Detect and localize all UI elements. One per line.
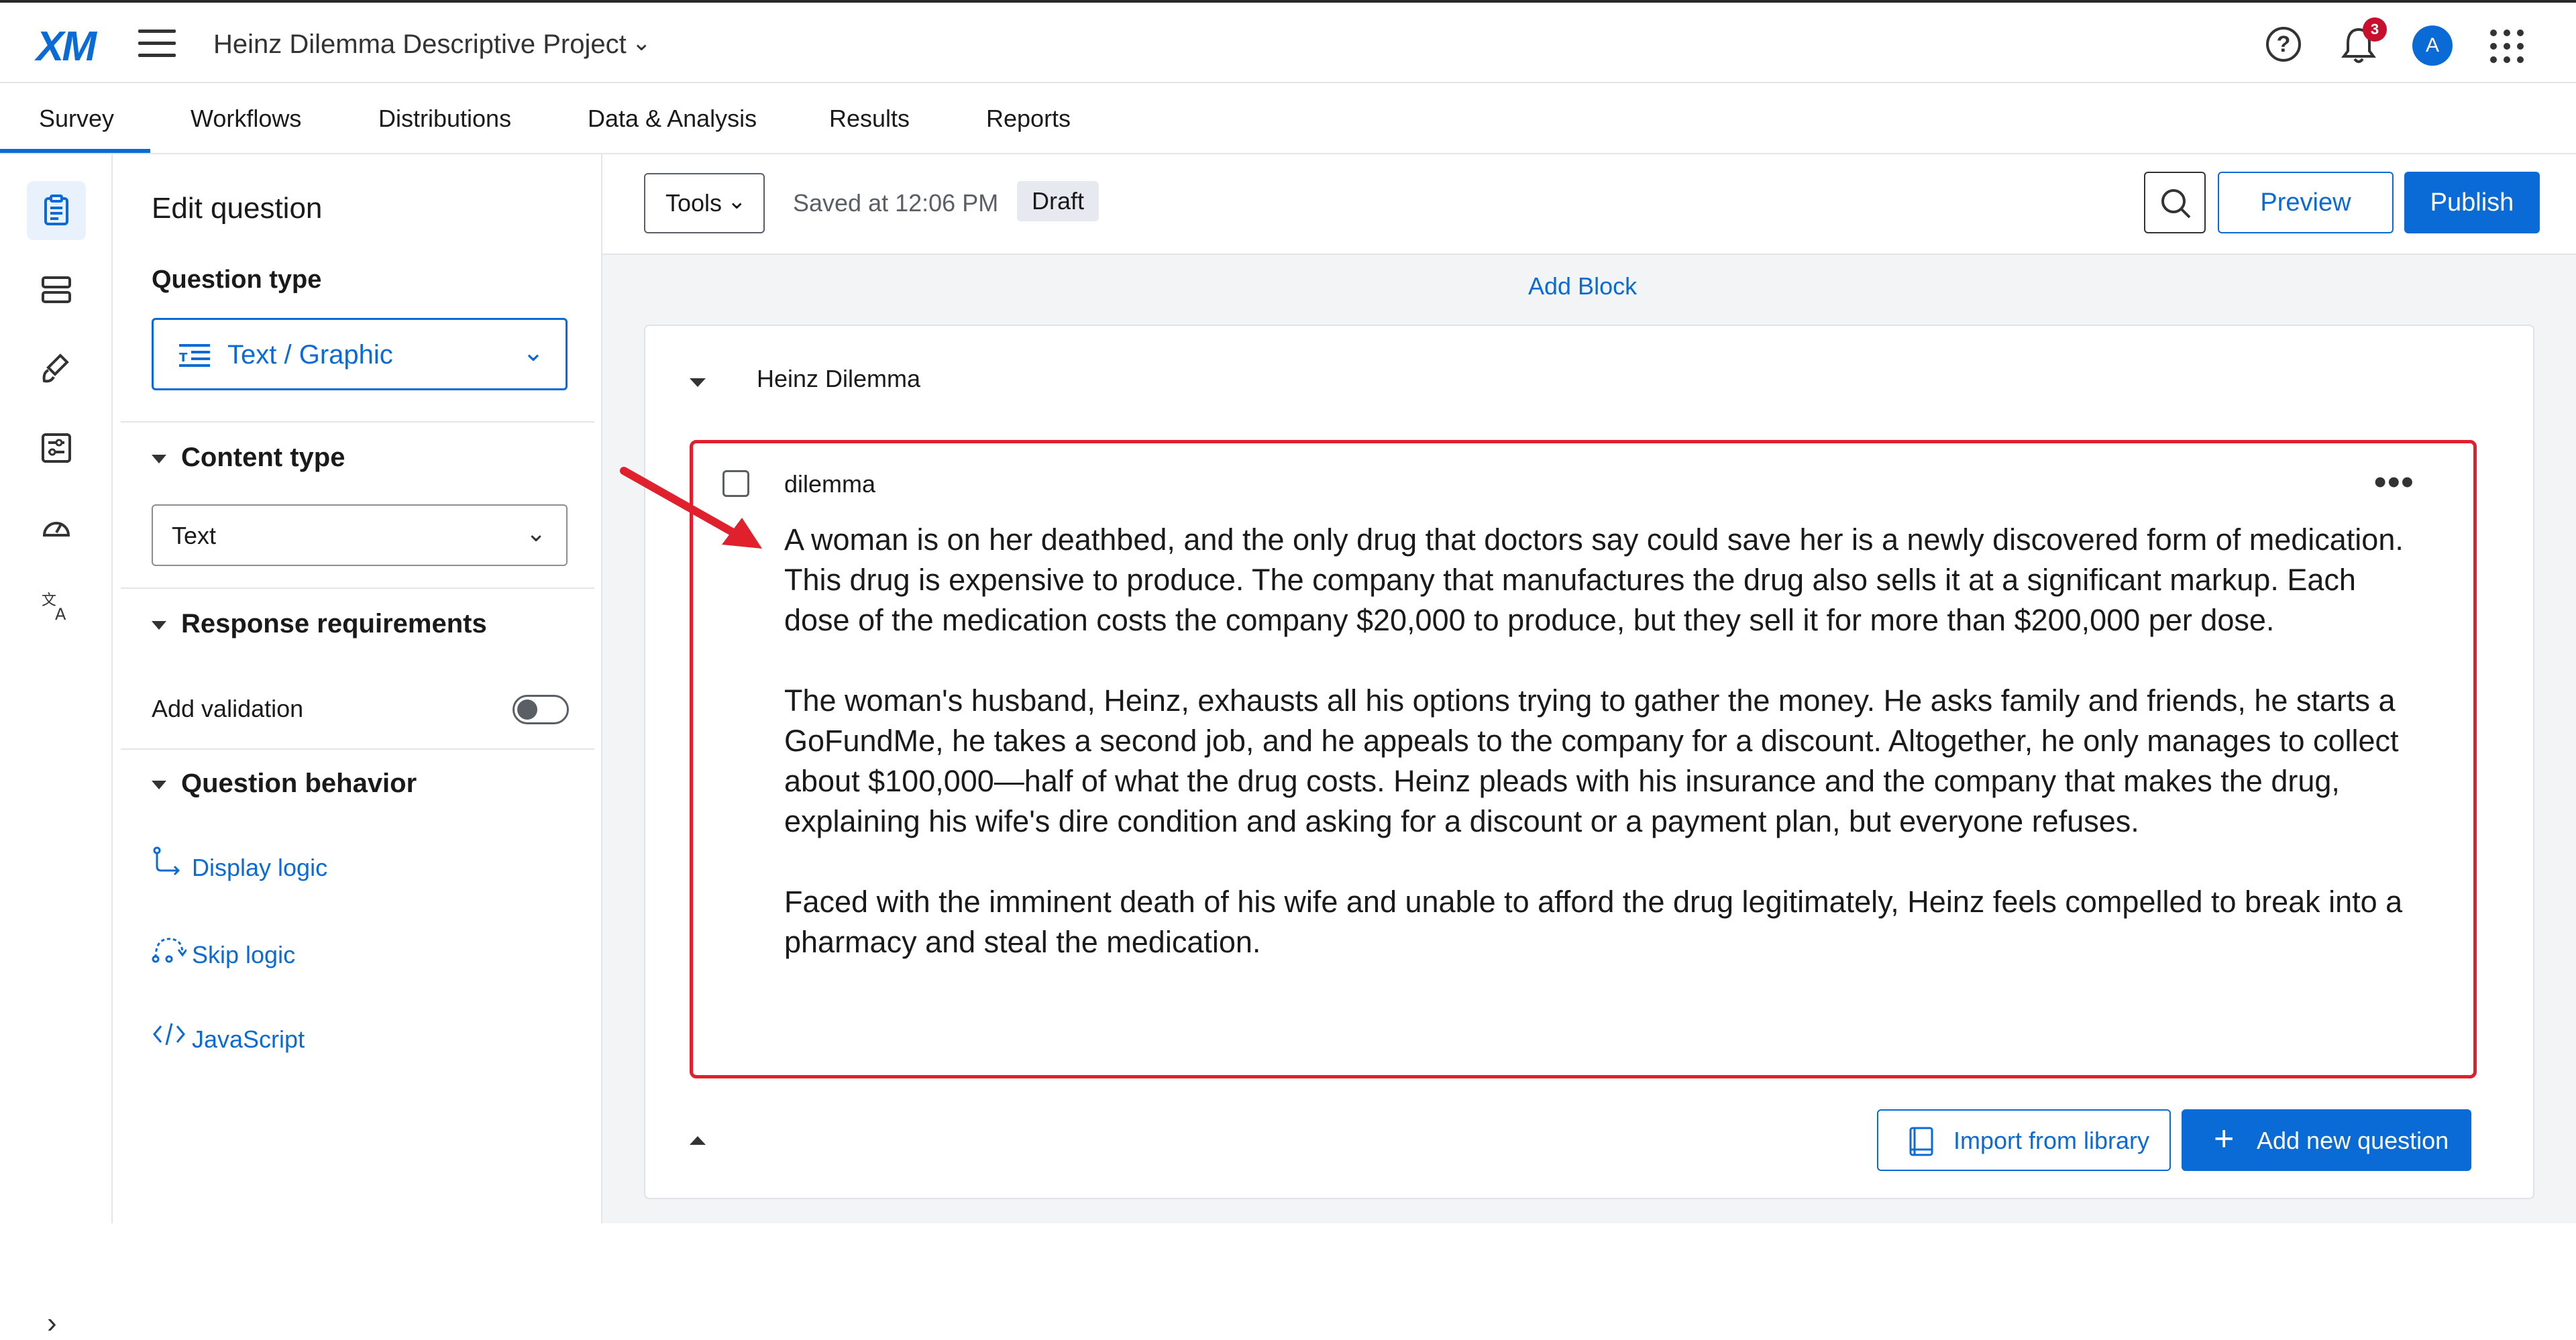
publish-button[interactable]: Publish — [2404, 172, 2540, 233]
question-paragraph: A woman is on her deathbed, and the only… — [784, 522, 2404, 637]
project-title[interactable]: Heinz Dilemma Descriptive Project — [213, 30, 627, 60]
display-logic-link[interactable]: Display logic — [152, 846, 327, 882]
javascript-label: JavaScript — [192, 1025, 305, 1053]
response-requirements-section-toggle[interactable]: Response requirements — [152, 609, 487, 639]
panel-title: Edit question — [152, 192, 323, 225]
display-logic-icon — [152, 846, 192, 882]
survey-icon[interactable] — [27, 181, 86, 240]
add-validation-toggle[interactable] — [513, 695, 569, 724]
status-badge: Draft — [1017, 181, 1099, 221]
tab-workflows[interactable]: Workflows — [191, 105, 301, 133]
block-title[interactable]: Heinz Dilemma — [757, 365, 920, 393]
display-logic-label: Display logic — [192, 854, 328, 881]
add-validation-label: Add validation — [152, 695, 304, 722]
svg-text:文: 文 — [42, 592, 56, 609]
question-card[interactable]: dilemma ••• A woman is on her deathbed, … — [690, 440, 2477, 1078]
question-paragraph: The woman's husband, Heinz, exhausts all… — [784, 683, 2399, 838]
chevron-right-icon[interactable]: › — [47, 1306, 57, 1340]
tab-data-analysis[interactable]: Data & Analysis — [588, 105, 757, 133]
content-type-section-toggle[interactable]: Content type — [152, 443, 345, 473]
skip-logic-icon — [152, 934, 192, 969]
add-question-label: Add new question — [2257, 1127, 2449, 1154]
blocks-icon[interactable] — [27, 260, 86, 319]
icon-rail: 文A › — [0, 154, 113, 1339]
collapse-caret-icon — [152, 780, 166, 789]
question-type-label: Question type — [152, 266, 322, 294]
divider — [121, 748, 594, 750]
content-type-select[interactable]: Text ⌄ — [152, 504, 568, 566]
collapse-caret-icon — [152, 620, 166, 630]
annotation-arrow — [620, 467, 762, 549]
plus-icon: + — [2214, 1119, 2235, 1158]
top-bar: XM Heinz Dilemma Descriptive Project ⌄ ?… — [0, 0, 2576, 83]
editor-toolbar: Tools ⌄ Saved at 12:06 PM Draft Preview … — [602, 154, 2576, 255]
question-text[interactable]: A woman is on her deathbed, and the only… — [784, 520, 2408, 1003]
import-label: Import from library — [1953, 1127, 2150, 1154]
divider — [121, 588, 594, 589]
survey-flow-gauge-icon[interactable] — [27, 498, 86, 557]
hamburger-menu-icon[interactable] — [138, 30, 176, 59]
more-options-icon[interactable]: ••• — [2374, 462, 2415, 502]
import-from-library-button[interactable]: Import from library — [1877, 1109, 2171, 1171]
translate-icon[interactable]: 文A — [27, 577, 86, 636]
xm-logo[interactable]: XM — [36, 23, 97, 70]
tab-distributions[interactable]: Distributions — [378, 105, 511, 133]
divider — [121, 421, 594, 423]
avatar[interactable]: A — [2412, 25, 2453, 66]
main-nav: Survey Workflows Distributions Data & An… — [0, 83, 2576, 154]
add-block-link[interactable]: Add Block — [1528, 272, 1637, 300]
content-type-label: Content type — [181, 443, 345, 472]
question-type-value: Text / Graphic — [227, 340, 393, 370]
add-new-question-button[interactable]: + Add new question — [2182, 1109, 2471, 1171]
question-paragraph: Faced with the imminent death of his wif… — [784, 885, 2403, 959]
skip-logic-label: Skip logic — [192, 941, 296, 968]
saved-status: Saved at 12:06 PM — [793, 189, 999, 217]
survey-block: Heinz Dilemma dilemma ••• A woman is on … — [644, 325, 2534, 1199]
tools-label: Tools — [665, 189, 722, 217]
app-grid-icon[interactable] — [2490, 30, 2524, 63]
tab-reports[interactable]: Reports — [986, 105, 1071, 133]
svg-text:T: T — [179, 351, 188, 365]
collapse-caret-icon — [152, 454, 166, 463]
response-requirements-label: Response requirements — [181, 609, 487, 638]
question-id[interactable]: dilemma — [784, 470, 875, 498]
question-type-select[interactable]: T Text / Graphic ⌄ — [152, 318, 568, 390]
preview-button[interactable]: Preview — [2218, 172, 2394, 233]
text-graphic-icon: T — [178, 343, 211, 370]
svg-text:A: A — [55, 605, 66, 622]
survey-editor: Tools ⌄ Saved at 12:06 PM Draft Preview … — [602, 154, 2576, 1223]
content-type-value: Text — [172, 522, 217, 549]
chevron-down-icon: ⌄ — [727, 188, 747, 214]
expand-caret-icon[interactable] — [690, 1136, 706, 1145]
edit-question-panel: Edit question Question type T Text / Gra… — [113, 154, 602, 1223]
chevron-down-icon[interactable]: ⌄ — [632, 30, 651, 56]
code-icon — [152, 1021, 192, 1054]
chevron-down-icon: ⌄ — [523, 339, 544, 367]
active-tab-indicator — [0, 149, 150, 153]
help-icon[interactable]: ? — [2266, 27, 2301, 62]
search-button[interactable] — [2144, 172, 2206, 233]
look-and-feel-icon[interactable] — [27, 339, 86, 398]
search-icon — [2161, 189, 2191, 219]
skip-logic-link[interactable]: Skip logic — [152, 934, 295, 969]
tab-results[interactable]: Results — [829, 105, 910, 133]
tools-button[interactable]: Tools ⌄ — [644, 173, 765, 233]
library-book-icon — [1909, 1127, 1933, 1156]
survey-options-icon[interactable] — [27, 418, 86, 478]
question-behavior-label: Question behavior — [181, 769, 417, 798]
chevron-down-icon: ⌄ — [526, 519, 547, 547]
collapse-block-caret-icon[interactable] — [690, 378, 706, 387]
notification-badge: 3 — [2363, 17, 2387, 42]
question-behavior-section-toggle[interactable]: Question behavior — [152, 769, 417, 799]
tab-survey[interactable]: Survey — [39, 105, 114, 133]
javascript-link[interactable]: JavaScript — [152, 1021, 305, 1054]
